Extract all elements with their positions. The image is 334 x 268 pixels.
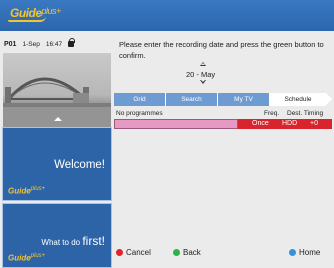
timing-value[interactable]: +0 — [310, 119, 318, 129]
tab-search[interactable]: Search — [166, 93, 218, 106]
schedule-row[interactable]: Once HDD +0 — [114, 119, 332, 129]
blue-dot-icon — [289, 249, 296, 256]
tab-my-tv[interactable]: My TV — [218, 93, 270, 106]
back-label: Back — [183, 248, 201, 257]
tile-logo-text: Guide — [8, 254, 31, 263]
tab-next-arrow-icon[interactable] — [326, 93, 332, 105]
cancel-label: Cancel — [126, 248, 151, 257]
status-time: 16:47 — [45, 41, 63, 48]
red-dot-icon — [116, 249, 123, 256]
welcome-label: Welcome! — [54, 159, 105, 171]
date-down-arrow-icon[interactable] — [200, 80, 206, 84]
first-steps-tile[interactable]: What to do first! Guideplus+ — [2, 203, 112, 268]
lock-icon — [68, 37, 76, 47]
footer-bar: Cancel Back Home — [114, 248, 334, 262]
first-steps-emph: first! — [82, 234, 105, 248]
tile-logo-plus: plus+ — [30, 186, 46, 193]
left-column: P01 1-Sep 16:47 Welcome! Guideplus+ What… — [0, 31, 114, 268]
status-line: P01 1-Sep 16:47 — [4, 37, 76, 48]
tile-logo: Guideplus+ — [8, 253, 45, 263]
scroll-up-icon[interactable] — [54, 117, 62, 121]
tab-schedule[interactable]: Schedule — [270, 93, 326, 106]
tile-logo-text: Guide — [8, 187, 31, 196]
cancel-button[interactable]: Cancel — [116, 248, 151, 257]
logo-swoosh — [8, 16, 46, 22]
status-date: 1-Sep — [22, 41, 40, 48]
dest-timing-header: Dest. Timing — [287, 110, 324, 117]
instruction-text: Please enter the recording date and pres… — [119, 40, 324, 60]
home-button[interactable]: Home — [289, 248, 320, 257]
tab-grid[interactable]: Grid — [114, 93, 166, 106]
date-up-arrow-icon[interactable] — [200, 62, 206, 66]
first-steps-prefix: What to do — [41, 238, 83, 247]
guideplus-logo: Guideplus+ — [8, 6, 62, 24]
logo-plus: plus+ — [41, 6, 62, 16]
freq-header: Freq. — [264, 110, 280, 117]
welcome-tile[interactable]: Welcome! Guideplus+ — [2, 127, 112, 201]
tile-logo: Guideplus+ — [8, 186, 45, 196]
top-bar: Guideplus+ — [0, 0, 334, 31]
home-label: Home — [299, 248, 321, 257]
tile-logo-plus: plus+ — [30, 253, 46, 260]
green-dot-icon — [173, 249, 180, 256]
first-steps-label: What to do first! — [41, 234, 105, 248]
channel-number: P01 — [4, 41, 17, 48]
tab-bar: Grid Search My TV Schedule — [114, 93, 326, 106]
recording-date[interactable]: 20 - May — [186, 70, 215, 79]
programme-cell[interactable] — [114, 119, 238, 129]
freq-value[interactable]: Once — [252, 119, 269, 129]
dest-value[interactable]: HDD — [282, 119, 297, 129]
programmes-header: No programmes — [116, 110, 163, 117]
back-button[interactable]: Back — [173, 248, 201, 257]
